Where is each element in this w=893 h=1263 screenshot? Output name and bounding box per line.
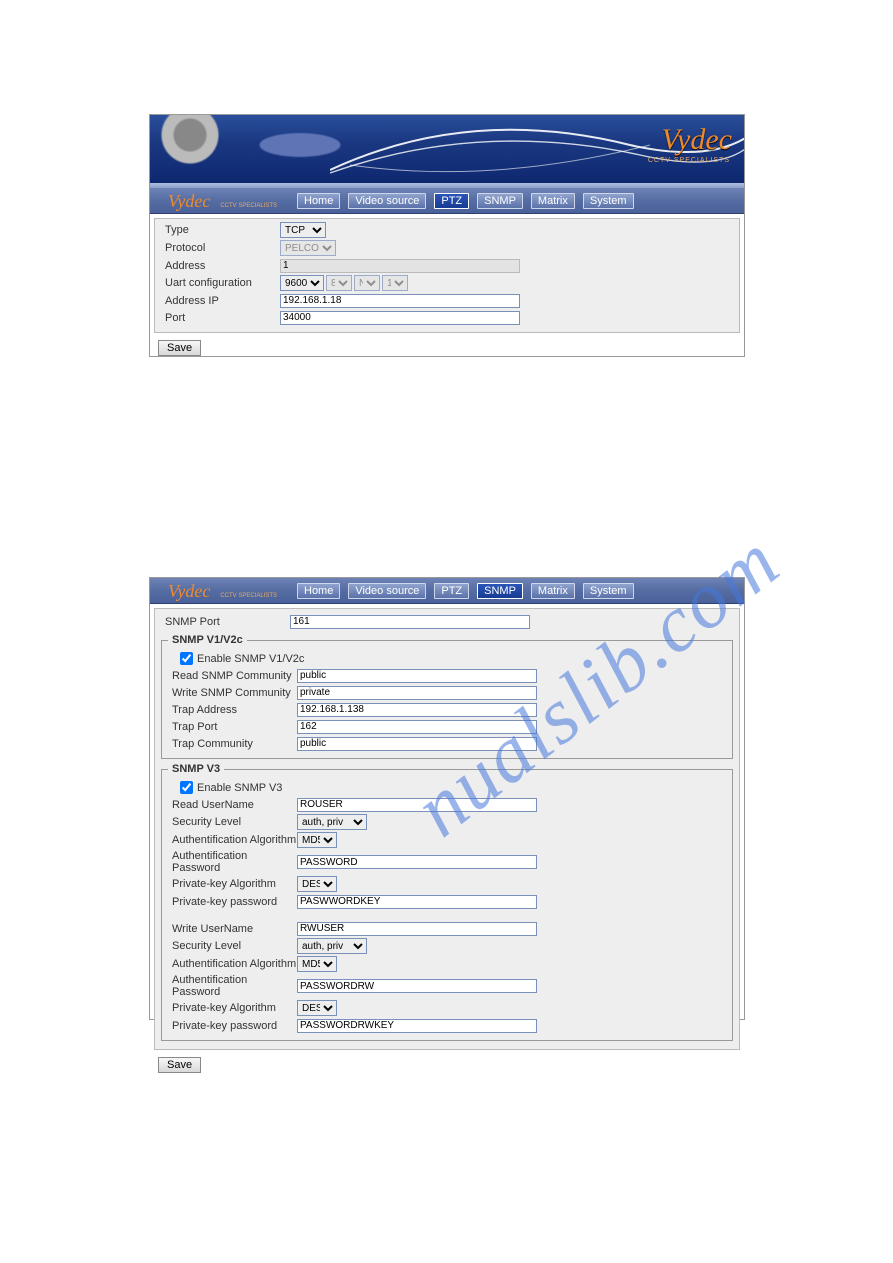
write-auth-pwd-input[interactable] xyxy=(297,979,537,993)
trap-community-label: Trap Community xyxy=(172,738,297,750)
nav-tagline-2: CCTV SPECIALISTS xyxy=(220,593,277,599)
nav-matrix[interactable]: Matrix xyxy=(531,193,575,209)
read-seclevel-select[interactable]: auth, priv xyxy=(297,814,367,830)
uart-parity-select: N xyxy=(354,275,380,291)
snmp-config-panel: Vydec CCTV SPECIALISTS Home Video source… xyxy=(149,577,745,1020)
nav-snmp[interactable]: SNMP xyxy=(477,193,523,209)
enable-v1v2c-label: Enable SNMP V1/V2c xyxy=(197,653,304,665)
snmp-form: SNMP Port SNMP V1/V2c Enable SNMP V1/V2c… xyxy=(154,608,740,1050)
read-community-label: Read SNMP Community xyxy=(172,670,297,682)
port-input[interactable] xyxy=(280,311,520,325)
nav-home-2[interactable]: Home xyxy=(297,583,340,599)
uart-bits-select: 8 xyxy=(326,275,352,291)
nav-video-source-2[interactable]: Video source xyxy=(348,583,426,599)
trap-community-input[interactable] xyxy=(297,737,537,751)
read-auth-alg-label: Authentification Algorithm xyxy=(172,834,297,846)
nav-system[interactable]: System xyxy=(583,193,634,209)
type-label: Type xyxy=(165,224,280,236)
uart-label: Uart configuration xyxy=(165,277,280,289)
nav-matrix-2[interactable]: Matrix xyxy=(531,583,575,599)
write-priv-alg-label: Private-key Algorithm xyxy=(172,1002,297,1014)
nav-ptz-2[interactable]: PTZ xyxy=(434,583,469,599)
main-nav: Vydec CCTV SPECIALISTS Home Video source… xyxy=(150,188,744,214)
port-label: Port xyxy=(165,312,280,324)
snmp-port-input[interactable] xyxy=(290,615,530,629)
write-auth-alg-select[interactable]: MD5 xyxy=(297,956,337,972)
read-auth-alg-select[interactable]: MD5 xyxy=(297,832,337,848)
address-input xyxy=(280,259,520,273)
read-seclevel-label: Security Level xyxy=(172,816,297,828)
uart-stop-select: 1 xyxy=(382,275,408,291)
nav-system-2[interactable]: System xyxy=(583,583,634,599)
protocol-label: Protocol xyxy=(165,242,280,254)
enable-v3-label: Enable SNMP V3 xyxy=(197,782,282,794)
read-priv-pwd-label: Private-key password xyxy=(172,896,297,908)
enable-v3-checkbox[interactable] xyxy=(180,781,193,794)
banner-brand: Vydec xyxy=(661,123,732,157)
write-username-label: Write UserName xyxy=(172,923,297,935)
nav-brand-2: Vydec xyxy=(168,579,210,602)
enable-v1v2c-checkbox[interactable] xyxy=(180,652,193,665)
read-community-input[interactable] xyxy=(297,669,537,683)
read-auth-pwd-input[interactable] xyxy=(297,855,537,869)
ptz-form: Type TCP Protocol PELCO D Address Uart c… xyxy=(154,218,740,333)
nav-tagline: CCTV SPECIALISTS xyxy=(220,203,277,209)
protocol-select: PELCO D xyxy=(280,240,336,256)
read-auth-pwd-label: Authentification Password xyxy=(172,850,297,874)
address-ip-input[interactable] xyxy=(280,294,520,308)
snmp-port-label: SNMP Port xyxy=(165,616,290,628)
nav-ptz[interactable]: PTZ xyxy=(434,193,469,209)
snmp-v3-group: SNMP V3 Enable SNMP V3 Read UserName Sec… xyxy=(161,763,733,1041)
write-seclevel-label: Security Level xyxy=(172,940,297,952)
main-nav-2: Vydec CCTV SPECIALISTS Home Video source… xyxy=(150,578,744,604)
write-username-input[interactable] xyxy=(297,922,537,936)
write-auth-pwd-label: Authentification Password xyxy=(172,974,297,998)
trap-address-input[interactable] xyxy=(297,703,537,717)
address-ip-label: Address IP xyxy=(165,295,280,307)
banner-tagline: CCTV SPECIALISTS xyxy=(648,157,730,164)
snmp-v3-legend: SNMP V3 xyxy=(168,763,224,775)
snmp-v1v2c-group: SNMP V1/V2c Enable SNMP V1/V2c Read SNMP… xyxy=(161,634,733,759)
trap-port-input[interactable] xyxy=(297,720,537,734)
ptz-config-panel: Vydec CCTV SPECIALISTS Vydec CCTV SPECIA… xyxy=(149,114,745,357)
banner: Vydec CCTV SPECIALISTS xyxy=(150,115,744,183)
write-community-input[interactable] xyxy=(297,686,537,700)
read-username-input[interactable] xyxy=(297,798,537,812)
read-priv-alg-select[interactable]: DES xyxy=(297,876,337,892)
nav-home[interactable]: Home xyxy=(297,193,340,209)
type-select[interactable]: TCP xyxy=(280,222,326,238)
nav-snmp-2[interactable]: SNMP xyxy=(477,583,523,599)
write-auth-alg-label: Authentification Algorithm xyxy=(172,958,297,970)
address-label: Address xyxy=(165,260,280,272)
write-community-label: Write SNMP Community xyxy=(172,687,297,699)
save-button-2[interactable]: Save xyxy=(158,1057,201,1073)
save-button[interactable]: Save xyxy=(158,340,201,356)
nav-video-source[interactable]: Video source xyxy=(348,193,426,209)
read-username-label: Read UserName xyxy=(172,799,297,811)
trap-port-label: Trap Port xyxy=(172,721,297,733)
nav-brand: Vydec xyxy=(168,189,210,212)
write-priv-pwd-label: Private-key password xyxy=(172,1020,297,1032)
snmp-v1v2c-legend: SNMP V1/V2c xyxy=(168,634,247,646)
trap-address-label: Trap Address xyxy=(172,704,297,716)
write-seclevel-select[interactable]: auth, priv xyxy=(297,938,367,954)
uart-baud-select[interactable]: 9600 xyxy=(280,275,324,291)
read-priv-alg-label: Private-key Algorithm xyxy=(172,878,297,890)
write-priv-pwd-input[interactable] xyxy=(297,1019,537,1033)
write-priv-alg-select[interactable]: DES xyxy=(297,1000,337,1016)
read-priv-pwd-input[interactable] xyxy=(297,895,537,909)
